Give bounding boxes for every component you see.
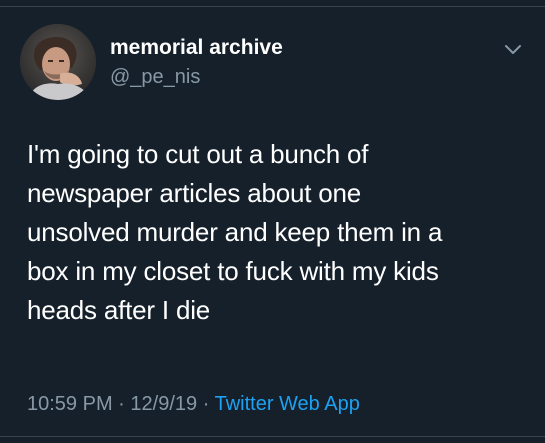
top-divider [0,6,545,7]
bottom-divider [0,436,545,437]
tweet-text: I'm going to cut out a bunch of newspape… [27,139,443,325]
meta-separator: · [202,393,210,415]
tweet-source-link[interactable]: Twitter Web App [215,393,360,415]
chevron-down-icon[interactable] [502,38,524,60]
user-handle[interactable]: @_pe_nis [110,66,200,89]
display-name[interactable]: memorial archive [110,36,283,60]
tweet-card: memorial archive @_pe_nis I'm going to c… [0,0,545,443]
avatar-photo-icon [20,24,96,100]
tweet-meta: 10:59 PM · 12/9/19 · Twitter Web App [27,393,360,416]
avatar[interactable] [20,24,96,100]
meta-separator: · [118,393,125,415]
tweet-date[interactable]: 12/9/19 [130,393,197,415]
tweet-time[interactable]: 10:59 PM [27,393,113,415]
